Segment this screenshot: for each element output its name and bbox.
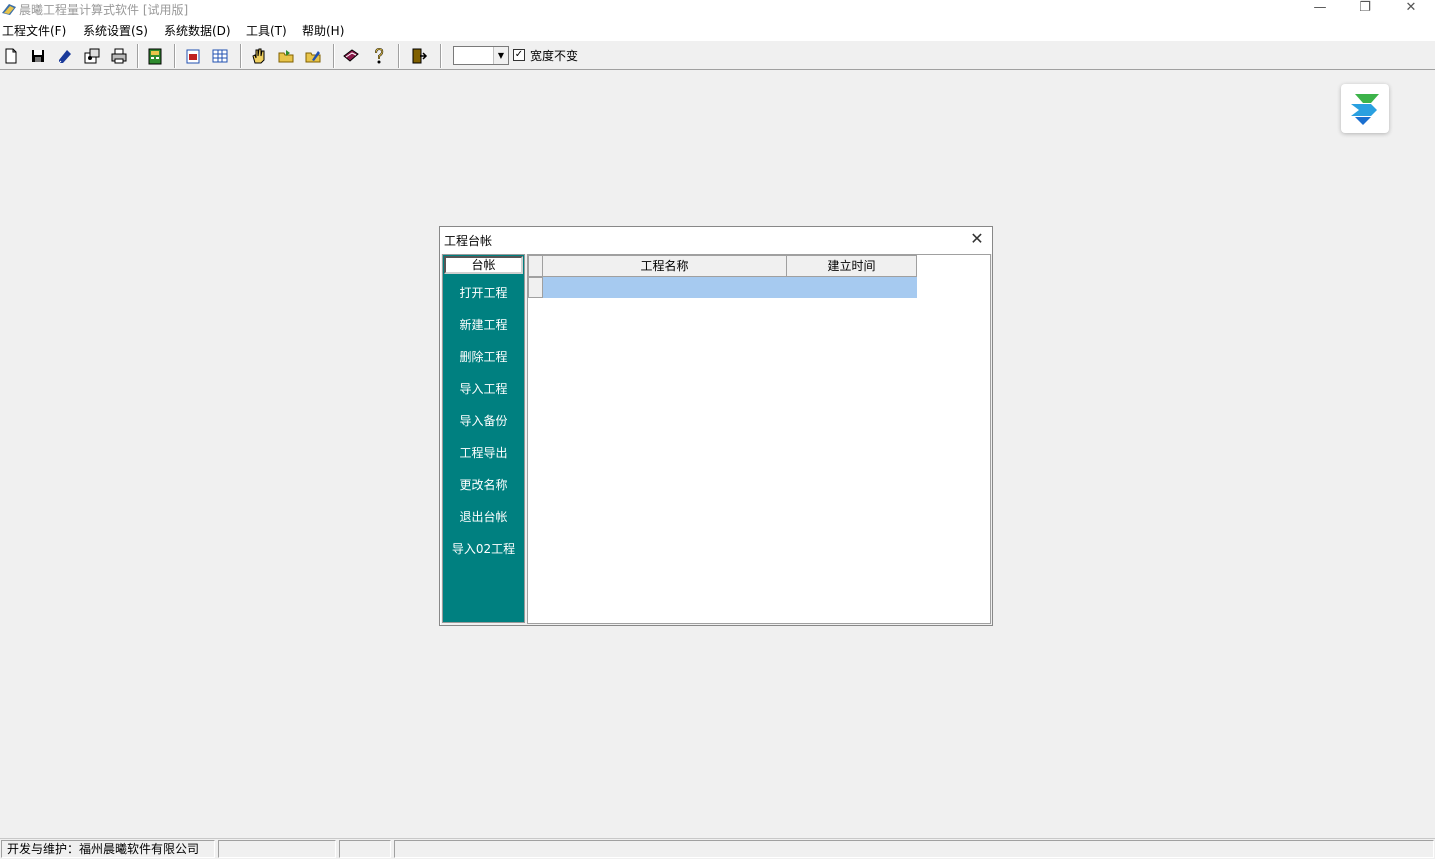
width-fixed-checkbox[interactable]: ✓	[513, 49, 525, 61]
hand-icon[interactable]	[249, 46, 269, 66]
open-folder-icon[interactable]	[276, 46, 296, 66]
toolbar: ▼ ✓ 宽度不变	[0, 40, 1435, 70]
menu-project-file[interactable]: 工程文件(F)	[2, 22, 66, 39]
status-bar: 开发与维护：福州晨曦软件有限公司	[0, 838, 1435, 859]
column-header-project-name[interactable]: 工程名称	[542, 255, 787, 277]
toolbar-separator	[174, 44, 176, 68]
title-bar: 晨曦工程量计算式软件 [试用版] — ❐ ✕	[0, 0, 1435, 19]
status-developer: 开发与维护：福州晨曦软件有限公司	[1, 840, 215, 858]
toolbar-separator	[333, 44, 335, 68]
status-pane-3	[339, 840, 391, 858]
status-pane-4	[394, 840, 1434, 858]
row-selector[interactable]	[528, 277, 543, 298]
menu-help[interactable]: 帮助(H)	[302, 22, 344, 39]
column-header-created-time[interactable]: 建立时间	[786, 255, 917, 277]
sidebar-item-open-project[interactable]: 打开工程	[443, 284, 524, 301]
menu-system-data[interactable]: 系统数据(D)	[164, 22, 231, 39]
table-cell-project-name[interactable]	[543, 277, 787, 298]
sidebar-header[interactable]: 台帐	[444, 256, 523, 274]
exit-icon[interactable]	[409, 46, 429, 66]
new-file-icon[interactable]	[1, 46, 21, 66]
edit-icon[interactable]	[55, 46, 75, 66]
ledger-sidebar: 台帐 打开工程 新建工程 删除工程 导入工程 导入备份 工程导出 更改名称 退出…	[442, 254, 525, 623]
ledger-dialog: 工程台帐 ✕ 台帐 打开工程 新建工程 删除工程 导入工程 导入备份 工程导出 …	[439, 226, 993, 626]
save-icon[interactable]	[28, 46, 48, 66]
logo[interactable]	[1341, 84, 1389, 133]
window-title: 晨曦工程量计算式软件 [试用版]	[19, 3, 189, 17]
sidebar-item-exit-ledger[interactable]: 退出台帐	[443, 508, 524, 525]
print-icon[interactable]	[109, 46, 129, 66]
form-icon[interactable]	[183, 46, 203, 66]
sidebar-item-delete-project[interactable]: 删除工程	[443, 348, 524, 365]
sidebar-item-import-backup[interactable]: 导入备份	[443, 412, 524, 429]
toolbar-separator	[137, 44, 139, 68]
help-icon[interactable]	[369, 46, 389, 66]
menu-bar: 工程文件(F) 系统设置(S) 系统数据(D) 工具(T) 帮助(H)	[0, 19, 1435, 40]
app-icon	[2, 4, 16, 15]
sidebar-item-import-02-project[interactable]: 导入02工程	[443, 540, 524, 557]
width-fixed-label[interactable]: 宽度不变	[530, 47, 578, 64]
table-icon[interactable]	[210, 46, 230, 66]
dialog-body: 台帐 打开工程 新建工程 删除工程 导入工程 导入备份 工程导出 更改名称 退出…	[441, 254, 992, 625]
dialog-title: 工程台帐	[444, 234, 493, 248]
zoom-combo[interactable]: ▼	[453, 46, 509, 65]
menu-system-settings[interactable]: 系统设置(S)	[83, 22, 148, 39]
close-button[interactable]: ✕	[1388, 0, 1434, 19]
properties-icon[interactable]	[82, 46, 102, 66]
sidebar-item-rename[interactable]: 更改名称	[443, 476, 524, 493]
sidebar-item-new-project[interactable]: 新建工程	[443, 316, 524, 333]
toolbar-separator	[440, 44, 442, 68]
restore-button[interactable]: ❐	[1342, 0, 1388, 19]
status-pane-2	[218, 840, 336, 858]
minimize-button[interactable]: —	[1297, 0, 1343, 19]
sidebar-item-import-project[interactable]: 导入工程	[443, 380, 524, 397]
calculator-icon[interactable]	[145, 46, 165, 66]
edit-folder-icon[interactable]	[303, 46, 323, 66]
project-grid: 工程名称 建立时间	[527, 254, 991, 624]
dialog-titlebar: 工程台帐 ✕	[440, 227, 992, 253]
sidebar-item-export-project[interactable]: 工程导出	[443, 444, 524, 461]
menu-tools[interactable]: 工具(T)	[246, 22, 287, 39]
toolbar-separator	[240, 44, 242, 68]
toolbar-separator	[398, 44, 400, 68]
logo-icon	[1351, 94, 1379, 125]
table-cell-created-time[interactable]	[787, 277, 917, 298]
chevron-down-icon[interactable]: ▼	[493, 47, 508, 64]
book-icon[interactable]	[341, 46, 361, 66]
grid-corner	[528, 255, 543, 277]
dialog-close-icon[interactable]: ✕	[968, 230, 986, 248]
